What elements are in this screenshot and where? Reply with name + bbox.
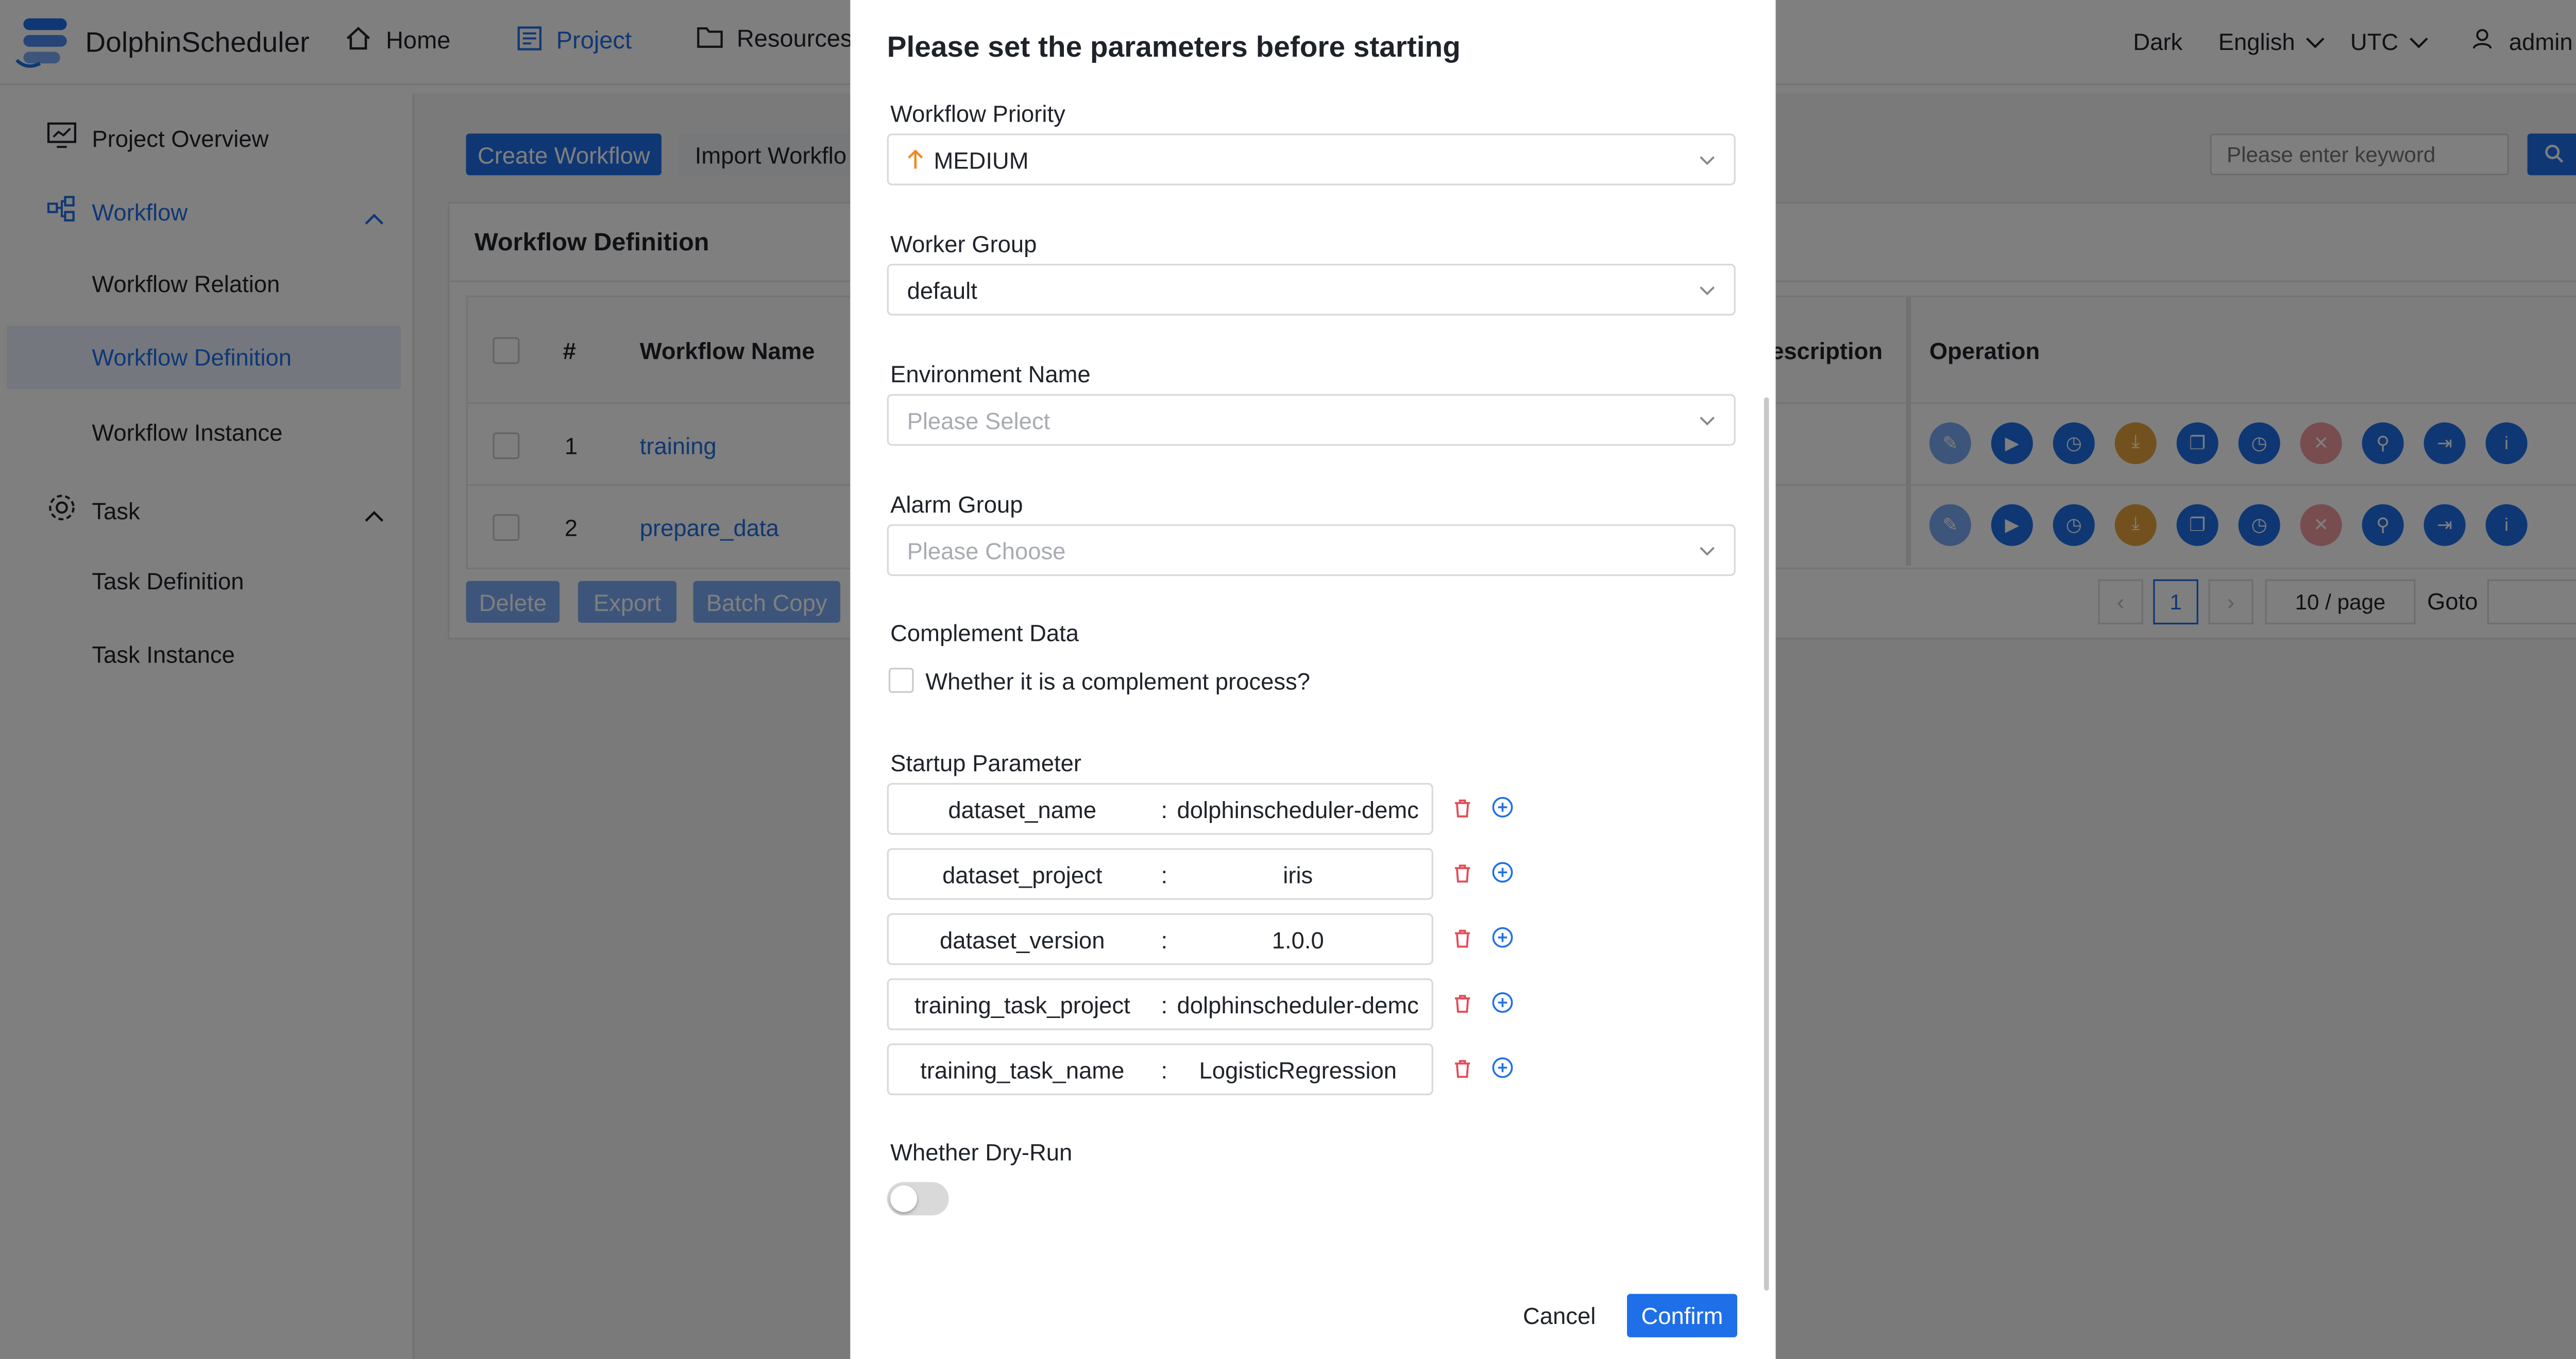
priority-select[interactable]: MEDIUM (887, 133, 1736, 185)
dialog-title: Please set the parameters before startin… (887, 30, 1461, 64)
confirm-button[interactable]: Confirm (1627, 1294, 1737, 1337)
plus-circle-icon[interactable] (1492, 1057, 1513, 1086)
param-value[interactable]: LogisticRegression (1176, 1057, 1420, 1083)
worker-group-value: default (907, 277, 977, 304)
worker-group-label: Worker Group (890, 230, 1037, 258)
environment-select[interactable]: Please Select (887, 394, 1736, 446)
param-key[interactable]: dataset_name (889, 796, 1156, 823)
startup-param-row: training_task_project : dolphinscheduler… (887, 978, 1433, 1030)
startup-param-row: training_task_name : LogisticRegression (887, 1043, 1433, 1095)
chevron-down-icon (1697, 409, 1717, 439)
param-separator: : (1161, 992, 1168, 1018)
plus-circle-icon[interactable] (1492, 796, 1513, 826)
startup-param-row: dataset_version : 1.0.0 (887, 913, 1433, 965)
dry-run-toggle[interactable] (887, 1182, 949, 1216)
environment-placeholder: Please Select (907, 407, 1050, 434)
param-separator: : (1161, 926, 1168, 954)
alarm-group-select[interactable]: Please Choose (887, 524, 1736, 576)
param-separator: : (1161, 796, 1168, 823)
param-separator: : (1161, 861, 1168, 889)
alarm-group-label: Alarm Group (890, 490, 1023, 518)
trash-icon[interactable] (1453, 861, 1472, 891)
alarm-group-placeholder: Please Choose (907, 537, 1066, 565)
chevron-down-icon (1697, 279, 1717, 309)
trash-icon[interactable] (1453, 992, 1472, 1022)
trash-icon[interactable] (1453, 927, 1472, 957)
dialog-scrollbar[interactable] (1764, 397, 1769, 1291)
complement-checkbox-label: Whether it is a complement process? (925, 668, 1311, 695)
param-value[interactable]: dolphinscheduler-demc (1176, 992, 1420, 1018)
toggle-knob (890, 1185, 918, 1212)
param-key[interactable]: training_task_name (889, 1057, 1156, 1083)
param-key[interactable]: dataset_version (889, 927, 1156, 954)
environment-label: Environment Name (890, 361, 1091, 387)
worker-group-select[interactable]: default (887, 264, 1736, 316)
plus-circle-icon[interactable] (1492, 992, 1513, 1022)
param-value[interactable]: 1.0.0 (1176, 927, 1420, 954)
param-value[interactable]: dolphinscheduler-demc (1176, 796, 1420, 823)
startup-parameter-label: Startup Parameter (890, 750, 1082, 776)
priority-label: Workflow Priority (890, 100, 1065, 127)
plus-circle-icon[interactable] (1492, 927, 1513, 957)
dry-run-label: Whether Dry-Run (890, 1139, 1073, 1166)
cancel-button[interactable]: Cancel (1507, 1294, 1612, 1337)
plus-circle-icon[interactable] (1492, 861, 1513, 891)
start-parameters-dialog: Please set the parameters before startin… (850, 0, 1776, 1359)
trash-icon[interactable] (1453, 796, 1472, 826)
chevron-down-icon (1697, 539, 1717, 569)
trash-icon[interactable] (1453, 1057, 1472, 1086)
startup-param-row: dataset_project : iris (887, 848, 1433, 900)
chevron-down-icon (1697, 148, 1717, 178)
param-key[interactable]: dataset_project (889, 861, 1156, 888)
arrow-up-icon (907, 148, 924, 178)
priority-value: MEDIUM (934, 147, 1029, 174)
complement-checkbox[interactable] (888, 668, 914, 693)
param-value[interactable]: iris (1176, 861, 1420, 888)
complement-label: Complement Data (890, 619, 1079, 647)
param-key[interactable]: training_task_project (889, 992, 1156, 1018)
startup-param-row: dataset_name : dolphinscheduler-demc (887, 783, 1433, 835)
param-separator: : (1161, 1057, 1168, 1084)
